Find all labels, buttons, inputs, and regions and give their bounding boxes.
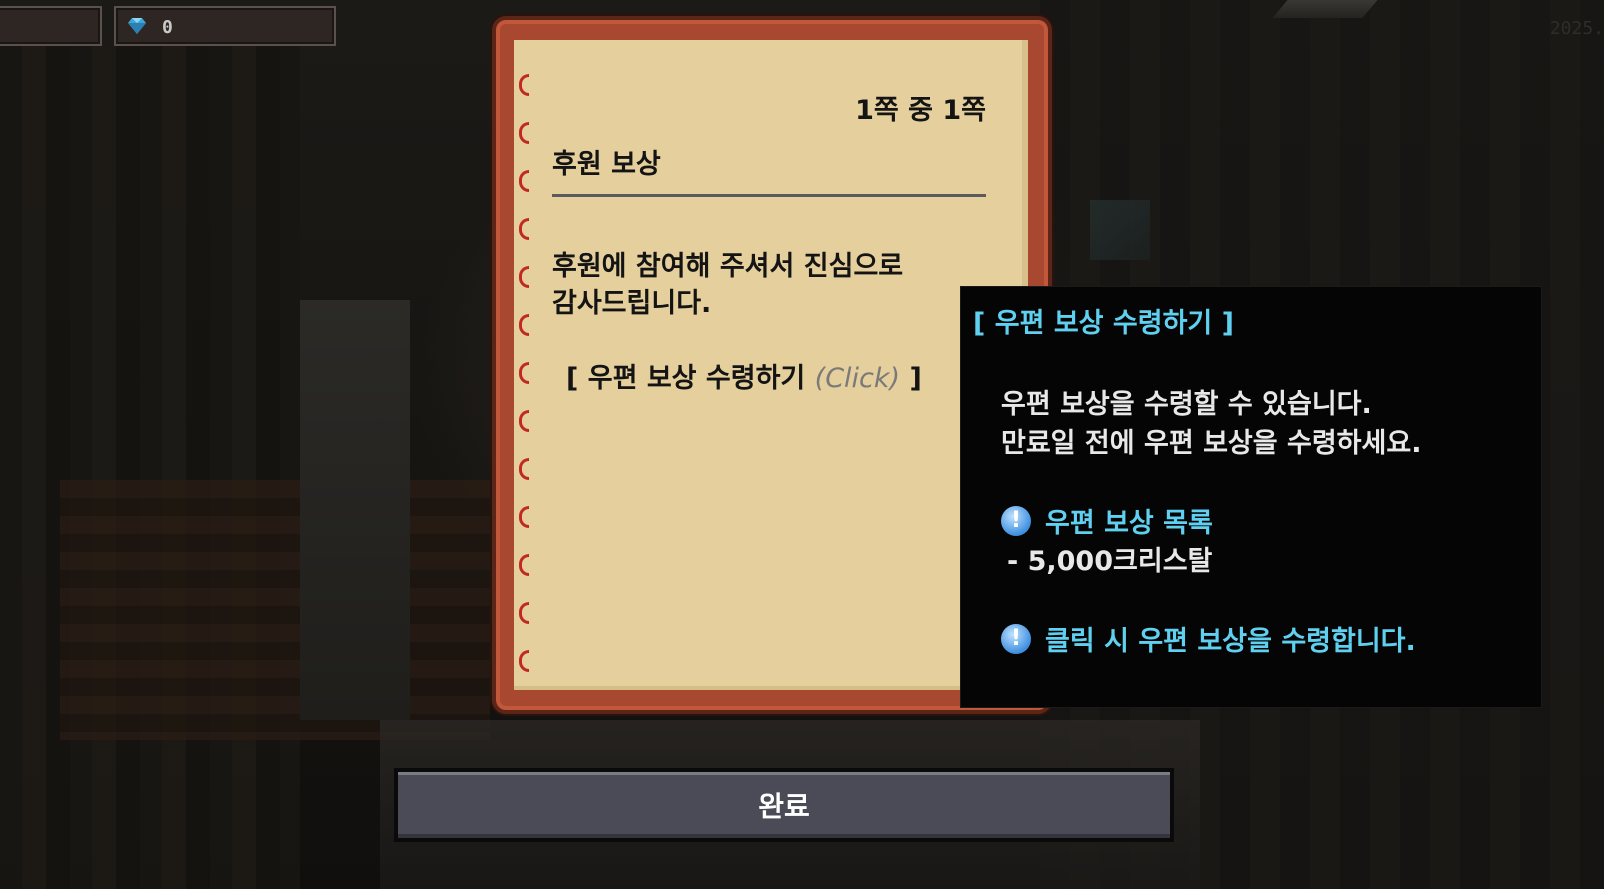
title-divider xyxy=(552,194,986,197)
binding-ring xyxy=(519,218,529,240)
claim-link-close: ] xyxy=(909,363,922,394)
version-label: 2025. xyxy=(1549,18,1604,39)
info-icon: ! xyxy=(1001,623,1031,654)
binding-ring xyxy=(519,266,529,288)
description-line: 만료일 전에 우편 보상을 수령하세요. xyxy=(1001,428,1422,459)
binding-ring xyxy=(519,554,529,576)
background-bookshelf xyxy=(60,480,490,740)
tooltip-description: 우편 보상을 수령할 수 있습니다. 만료일 전에 우편 보상을 수령하세요. xyxy=(1001,385,1421,463)
page-indicator: 1쪽 중 1쪽 xyxy=(855,95,986,126)
claim-instruction: ! 클릭 시 우편 보상을 수령합니다. xyxy=(1001,619,1416,658)
claim-link-label: [ 우편 보상 수령하기 xyxy=(566,363,806,394)
page-body-text: 후원에 참여해 주셔서 진심으로 감사드립니다. xyxy=(552,248,992,322)
binding-ring xyxy=(519,170,529,192)
binding-ring xyxy=(519,74,529,96)
diamond-gem-icon xyxy=(126,17,148,35)
currency-value: 0 xyxy=(162,17,173,38)
binding-ring xyxy=(519,122,529,144)
binding-ring xyxy=(519,410,529,432)
hud-currency-bar: 0 xyxy=(114,6,336,46)
claim-reward-tooltip: [ 우편 보상 수령하기 ] 우편 보상을 수령할 수 있습니다. 만료일 전에… xyxy=(960,286,1542,708)
binding-ring xyxy=(519,602,529,624)
background-wall-left xyxy=(0,40,300,889)
reward-list-heading-text: 우편 보상 목록 xyxy=(1045,508,1213,539)
body-line: 후원에 참여해 주셔서 진심으로 xyxy=(552,251,904,282)
hud-status-bar xyxy=(0,6,102,46)
binding-ring xyxy=(519,506,529,528)
binding-ring xyxy=(519,362,529,384)
binding-ring xyxy=(519,458,529,480)
background-ceiling-light xyxy=(1272,0,1378,18)
background-pillar xyxy=(300,300,410,720)
info-icon: ! xyxy=(1001,505,1031,536)
description-line: 우편 보상을 수령할 수 있습니다. xyxy=(1001,389,1372,420)
reward-list-heading: ! 우편 보상 목록 xyxy=(1001,501,1213,540)
click-hint: (Click) xyxy=(814,363,901,394)
body-line: 감사드립니다. xyxy=(552,288,712,319)
background-ore-block xyxy=(1090,200,1150,260)
book-page: 1쪽 중 1쪽 후원 보상 후원에 참여해 주셔서 진심으로 감사드립니다. [… xyxy=(514,40,1028,690)
binding-ring xyxy=(519,314,529,336)
claim-instruction-text: 클릭 시 우편 보상을 수령합니다. xyxy=(1045,626,1416,657)
page-title: 후원 보상 xyxy=(552,149,661,180)
reward-list-item: - 5,000크리스탈 xyxy=(1007,546,1213,577)
done-button[interactable]: 완료 xyxy=(394,768,1174,842)
claim-mail-reward-link[interactable]: [ 우편 보상 수령하기 (Click) ] xyxy=(566,356,922,395)
tooltip-title: [ 우편 보상 수령하기 ] xyxy=(973,308,1234,339)
binding-ring xyxy=(519,650,529,672)
